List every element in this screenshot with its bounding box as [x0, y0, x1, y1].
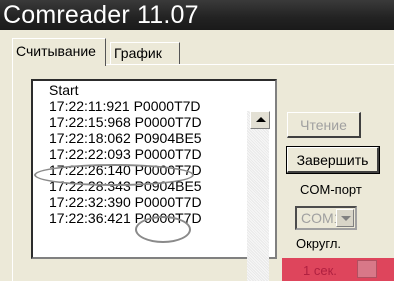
- log-line: 17:22:32:390 P0000T7D: [49, 194, 202, 210]
- title-bar[interactable]: Comreader 11.07: [0, 0, 394, 30]
- window-title: Comreader 11.07: [3, 1, 199, 29]
- chevron-down-icon[interactable]: [336, 209, 354, 227]
- log-line: 17:22:22:093 P0000T7D: [49, 146, 202, 162]
- log-line: 17:22:11:921 P0000T7D: [49, 98, 201, 114]
- log-line: Start: [49, 82, 79, 98]
- com-port-select[interactable]: COM1: [295, 206, 357, 230]
- log-scrollbar[interactable]: [247, 111, 269, 281]
- app-window: Comreader 11.07 Считывание График Start …: [0, 0, 394, 281]
- log-line: 17:22:18:062 P0904BE5: [49, 130, 202, 146]
- log-line: 17:22:15:968 P0000T7D: [49, 114, 202, 130]
- scroll-up-arrow-icon[interactable]: [250, 111, 270, 129]
- tab-reading[interactable]: Считывание: [12, 38, 106, 66]
- chevron-down-icon[interactable]: [357, 260, 377, 278]
- log-line: 17:22:28:343 P0904BE5: [49, 178, 202, 194]
- read-button[interactable]: Чтение: [287, 112, 361, 138]
- log-line: 17:22:36:421 P0000T7D: [49, 210, 202, 226]
- log-line: 17:22:26:140 P0000T7D: [49, 162, 202, 178]
- rounding-select[interactable]: 1 сек.: [282, 258, 394, 281]
- com-port-label: COM-порт: [300, 182, 362, 197]
- rounding-value: 1 сек.: [303, 263, 337, 278]
- tab-graph[interactable]: График: [110, 42, 180, 64]
- log-listbox[interactable]: Start 17:22:11:921 P0000T7D 17:22:15:968…: [31, 79, 277, 259]
- finish-button[interactable]: Завершить: [286, 146, 380, 174]
- rounding-label: Округл.: [296, 236, 342, 251]
